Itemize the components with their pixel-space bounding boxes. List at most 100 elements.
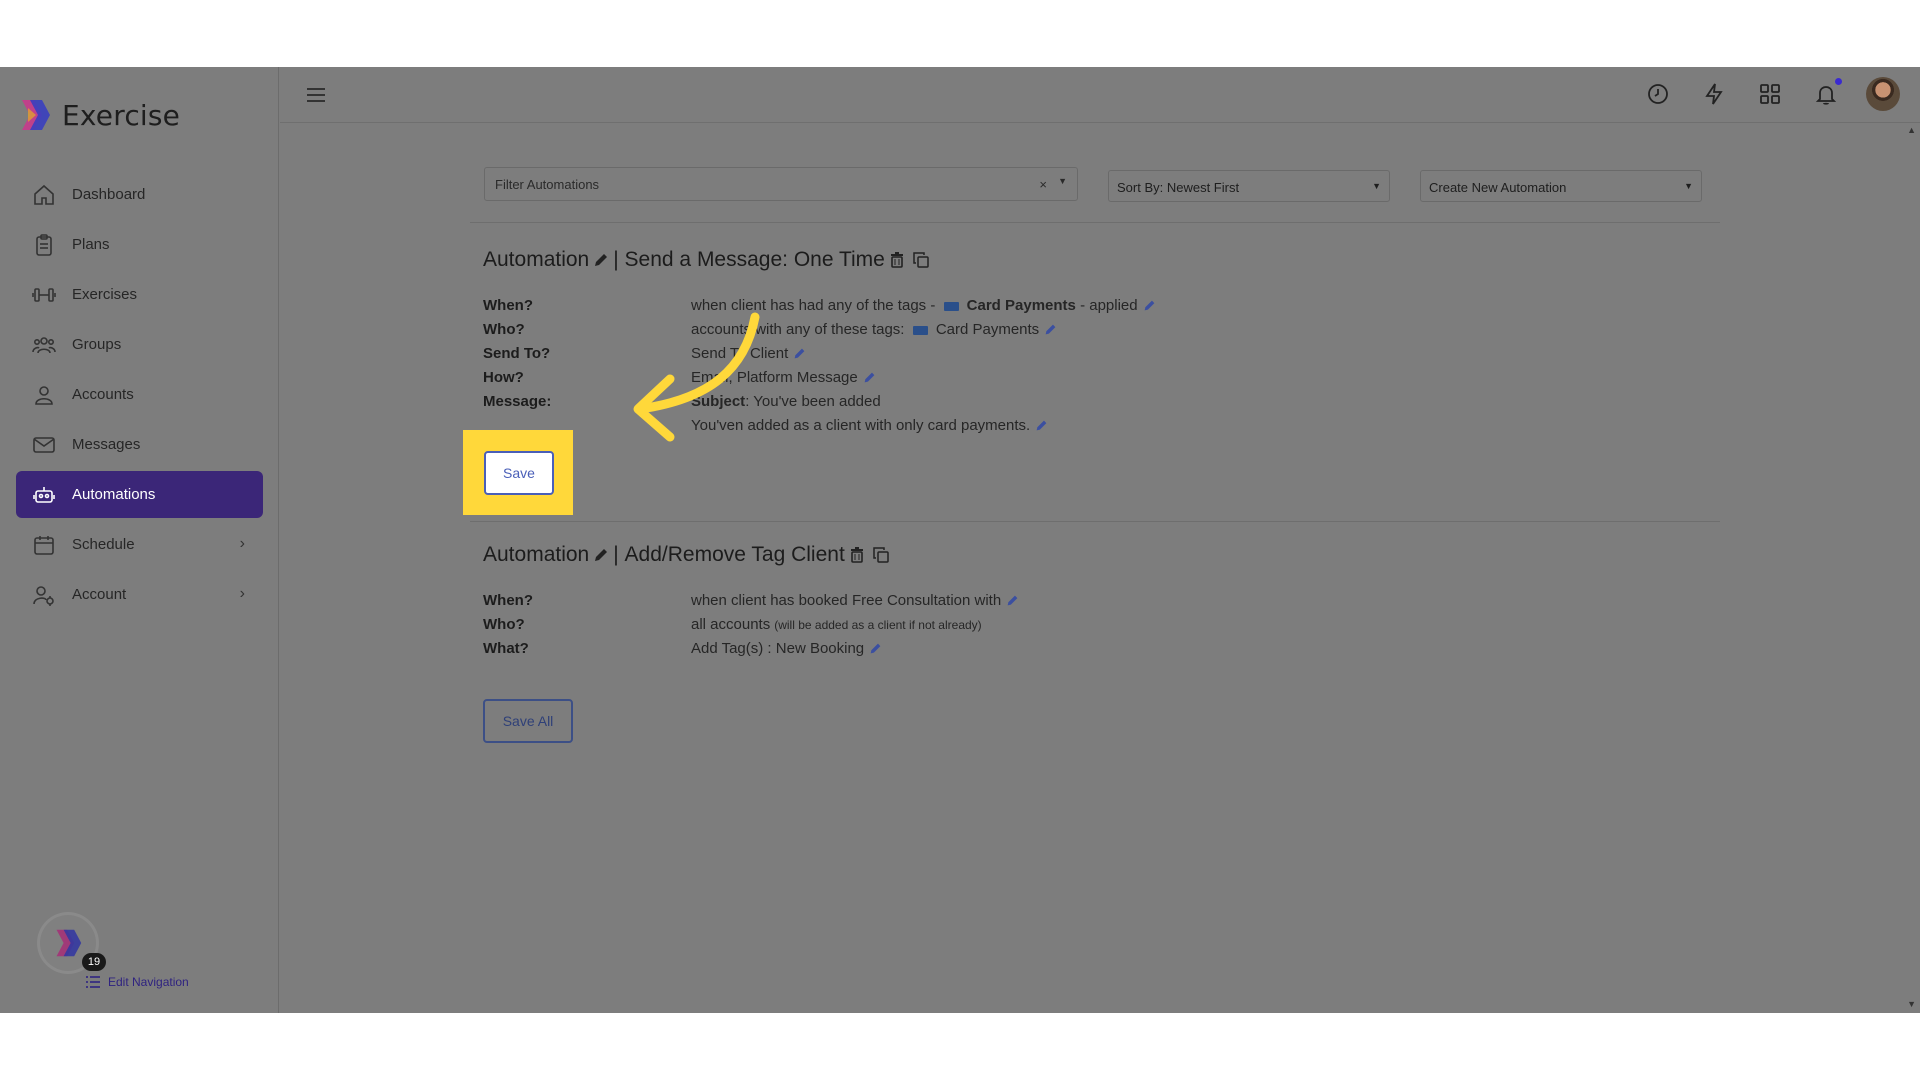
row-label: Who? <box>483 321 525 338</box>
users-icon <box>32 336 56 353</box>
topbar <box>280 67 1920 123</box>
caret-down-icon: ▼ <box>1684 181 1693 191</box>
edit-navigation-link[interactable]: Edit Navigation <box>84 973 189 991</box>
pencil-icon[interactable] <box>863 371 876 384</box>
sidebar-item-automations[interactable]: Automations <box>16 471 263 518</box>
trash-icon[interactable] <box>889 252 905 268</box>
create-automation-select[interactable]: Create New Automation ▼ <box>1420 170 1702 202</box>
tag-icon <box>912 326 928 335</box>
brand-logo-icon <box>56 929 82 957</box>
when-suffix: - applied <box>1080 297 1138 314</box>
brand-name: Exercise <box>62 98 181 132</box>
copy-icon[interactable] <box>873 547 889 563</box>
notification-dot <box>1835 78 1842 85</box>
user-avatar[interactable] <box>1866 77 1900 111</box>
automations-content: Filter Automations × ▼ Sort By: Newest F… <box>280 124 1920 1013</box>
who-note: (will be added as a client if not alread… <box>774 617 982 632</box>
sort-select-value: Sort By: Newest First <box>1117 180 1240 195</box>
sidebar-item-label: Messages <box>72 436 141 453</box>
pencil-icon[interactable] <box>1035 419 1048 432</box>
when-text: when client has booked Free Consultation… <box>691 592 1002 609</box>
pencil-icon[interactable] <box>869 642 882 655</box>
notification-count-badge: 19 <box>82 953 106 971</box>
tag-icon <box>943 302 959 311</box>
home-icon <box>34 184 54 205</box>
notifications-button[interactable] <box>1814 78 1842 106</box>
save-button[interactable]: Save <box>484 451 554 495</box>
automation-title-prefix: Automation <box>483 543 590 566</box>
pencil-icon[interactable] <box>1143 299 1156 312</box>
automation-title: Automation | Send a Message: One Time <box>483 248 933 272</box>
topbar-icons <box>1614 77 1900 111</box>
pencil-icon[interactable] <box>593 547 609 563</box>
automation-title-prefix: Automation <box>483 248 590 271</box>
sidebar-item-label: Schedule <box>72 536 135 553</box>
row-label: Send To? <box>483 345 551 362</box>
sidebar-item-account[interactable]: Account › <box>16 571 263 618</box>
apps-grid-icon[interactable] <box>1758 82 1782 106</box>
copy-icon[interactable] <box>913 252 929 268</box>
user-settings-icon <box>33 585 54 606</box>
lightning-icon[interactable] <box>1702 82 1726 106</box>
calendar-icon <box>34 535 54 555</box>
sidebar-item-schedule[interactable]: Schedule › <box>16 521 263 568</box>
automation-title-name: Send a Message: One Time <box>624 248 885 271</box>
who-text: all accounts <box>691 616 771 633</box>
bell-icon <box>1815 86 1837 105</box>
list-icon <box>86 976 100 988</box>
automation-title-separator: | <box>613 543 619 566</box>
robot-icon <box>33 486 55 503</box>
sidebar-item-label: Automations <box>72 486 156 503</box>
filter-placeholder: Filter Automations <box>495 177 600 192</box>
sidebar-item-accounts[interactable]: Accounts <box>16 371 263 418</box>
sidebar-item-dashboard[interactable]: Dashboard <box>16 171 263 218</box>
tag-name: Card Payments <box>935 321 1040 338</box>
clear-filter-icon[interactable]: × <box>1039 177 1047 192</box>
sidebar-item-label: Account <box>72 586 127 603</box>
row-value: when client has booked Free Consultation… <box>691 592 1019 609</box>
trash-icon[interactable] <box>849 547 865 563</box>
user-icon <box>35 385 53 405</box>
sidebar: Exercise Dashboard Plans Exercises Group… <box>0 67 279 1013</box>
pencil-icon[interactable] <box>1006 594 1019 607</box>
automation-title-separator: | <box>613 248 619 271</box>
caret-down-icon: ▼ <box>1372 181 1381 191</box>
clipboard-icon <box>36 233 52 256</box>
edit-navigation-label: Edit Navigation <box>108 975 189 989</box>
sidebar-item-label: Dashboard <box>72 186 146 203</box>
pencil-icon[interactable] <box>593 252 609 268</box>
dumbbell-icon <box>32 287 56 302</box>
sidebar-item-messages[interactable]: Messages <box>16 421 263 468</box>
automation-title: Automation | Add/Remove Tag Client <box>483 543 893 567</box>
row-label: What? <box>483 640 529 657</box>
chevron-right-icon: › <box>239 535 245 552</box>
row-value: Add Tag(s) : New Booking <box>691 640 882 657</box>
row-label: When? <box>483 592 533 609</box>
row-label: Who? <box>483 616 525 633</box>
brand[interactable]: Exercise <box>18 97 180 133</box>
clock-icon[interactable] <box>1646 82 1670 106</box>
caret-down-icon[interactable]: ▼ <box>1058 176 1067 186</box>
sidebar-item-groups[interactable]: Groups <box>16 321 263 368</box>
save-all-button[interactable]: Save All <box>483 699 573 743</box>
create-select-value: Create New Automation <box>1429 180 1567 195</box>
sidebar-item-label: Exercises <box>72 286 138 303</box>
sort-select[interactable]: Sort By: Newest First ▼ <box>1108 170 1390 202</box>
divider <box>470 222 1720 223</box>
sidebar-item-plans[interactable]: Plans <box>16 221 263 268</box>
filter-automations-input[interactable]: Filter Automations × ▼ <box>484 167 1078 201</box>
app-window: Exercise Dashboard Plans Exercises Group… <box>0 67 1920 1013</box>
automation-title-name: Add/Remove Tag Client <box>624 543 845 566</box>
divider <box>470 521 1720 522</box>
hamburger-menu-icon[interactable] <box>304 83 328 107</box>
tag-name: Card Payments <box>966 297 1076 314</box>
sidebar-nav: Dashboard Plans Exercises Groups Account… <box>16 171 263 621</box>
what-text: Add Tag(s) : New Booking <box>691 640 865 657</box>
row-value: all accounts (will be added as a client i… <box>691 616 982 633</box>
row-label: How? <box>483 369 524 386</box>
pencil-icon[interactable] <box>1044 323 1057 336</box>
chevron-right-icon: › <box>239 585 245 602</box>
sidebar-item-label: Accounts <box>72 386 134 403</box>
sidebar-item-exercises[interactable]: Exercises <box>16 271 263 318</box>
row-label: When? <box>483 297 533 314</box>
